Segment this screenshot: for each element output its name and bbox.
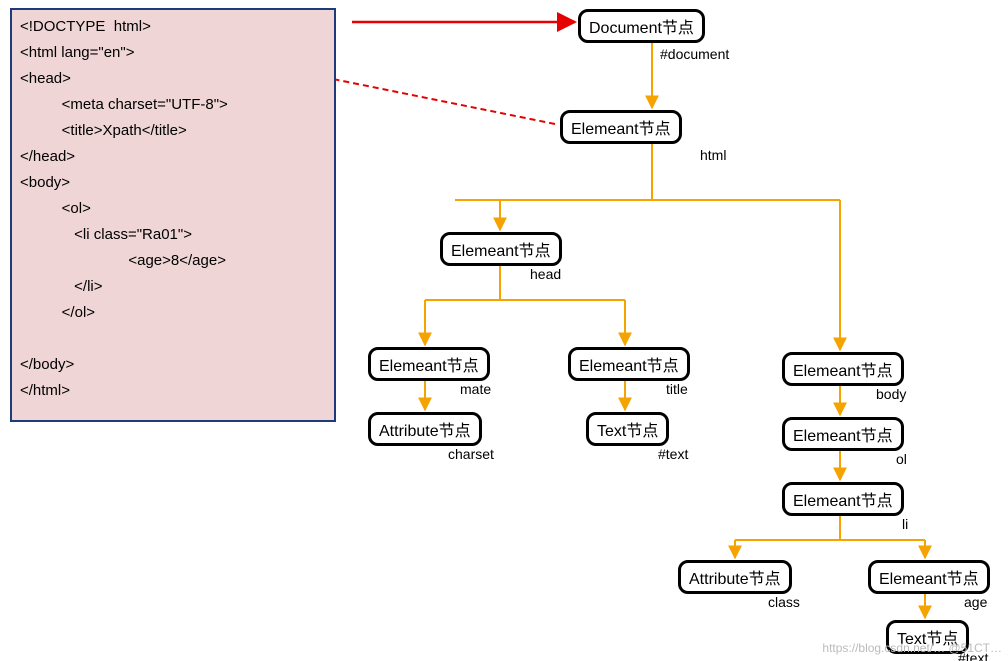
code-content: <!DOCTYPE html> <html lang="en"> <head> … (20, 18, 228, 399)
node-html: Elemeant节点 (560, 110, 682, 144)
label-text-title: #text (658, 446, 688, 462)
node-attr-class: Attribute节点 (678, 560, 792, 594)
node-mate: Elemeant节点 (368, 347, 490, 381)
node-ol: Elemeant节点 (782, 417, 904, 451)
code-box: <!DOCTYPE html> <html lang="en"> <head> … (10, 8, 336, 422)
node-head: Elemeant节点 (440, 232, 562, 266)
label-document: #document (660, 46, 729, 62)
node-body: Elemeant节点 (782, 352, 904, 386)
label-age: age (964, 594, 987, 610)
watermark: https://blog.csdn.net/… @51CT… (822, 641, 1002, 655)
label-ol: ol (896, 451, 907, 467)
label-html: html (700, 147, 726, 163)
label-mate: mate (460, 381, 491, 397)
label-li: li (902, 516, 908, 532)
node-attr-charset: Attribute节点 (368, 412, 482, 446)
label-class: class (768, 594, 800, 610)
node-title: Elemeant节点 (568, 347, 690, 381)
node-age: Elemeant节点 (868, 560, 990, 594)
node-li: Elemeant节点 (782, 482, 904, 516)
label-charset: charset (448, 446, 494, 462)
label-title: title (666, 381, 688, 397)
label-body: body (876, 386, 906, 402)
label-head: head (530, 266, 561, 282)
node-document: Document节点 (578, 9, 705, 43)
diagram-canvas: { "code": { "lines": [ "<!DOCTYPE html>"… (0, 0, 1008, 661)
node-text-title: Text节点 (586, 412, 669, 446)
